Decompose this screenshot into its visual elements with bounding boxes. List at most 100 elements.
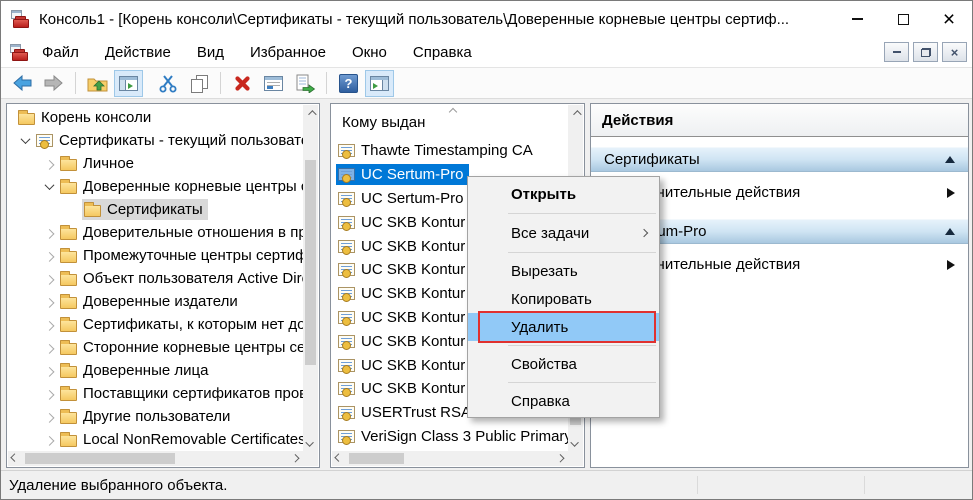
- chevron-collapsed-icon: [44, 366, 54, 377]
- export-list-icon: [296, 74, 315, 93]
- scroll-left-arrow[interactable]: [332, 451, 347, 466]
- tree-item-enterprise-trust[interactable]: Доверительные отношения в предприятии: [8, 221, 303, 244]
- minimize-button[interactable]: [834, 1, 880, 37]
- tree-item-trusted-people[interactable]: Доверенные лица: [8, 359, 303, 382]
- toolbar: ?: [1, 68, 972, 99]
- collapse-section-icon[interactable]: [945, 228, 955, 235]
- list-item[interactable]: Thawte Timestamping CA: [332, 139, 568, 163]
- tree-item-personal[interactable]: Личное: [8, 152, 303, 175]
- submenu-arrow-icon: [947, 259, 955, 270]
- context-menu-cut[interactable]: Вырезать: [468, 257, 659, 285]
- tree-horizontal-scrollbar[interactable]: [8, 451, 303, 466]
- folder-icon: [60, 156, 77, 171]
- scroll-right-arrow[interactable]: [553, 451, 568, 466]
- scrollbar-thumb[interactable]: [349, 453, 404, 464]
- export-list-button[interactable]: [290, 70, 319, 97]
- context-menu-all-tasks[interactable]: Все задачи: [468, 218, 659, 248]
- menu-favorites[interactable]: Избранное: [237, 40, 339, 65]
- context-menu-open[interactable]: Открыть: [468, 179, 659, 209]
- title-bar: Консоль1 - [Корень консоли\Сертификаты -…: [1, 1, 972, 37]
- tree-item-auth-providers[interactable]: Поставщики сертификатов проверки подлинн…: [8, 382, 303, 405]
- certificate-icon: [338, 263, 355, 279]
- tree-item-untrusted-certificates[interactable]: Сертификаты, к которым нет доверия: [8, 313, 303, 336]
- folder-icon: [60, 363, 77, 378]
- menu-window[interactable]: Окно: [339, 40, 400, 65]
- chevron-collapsed-icon: [44, 251, 54, 262]
- menu-separator: [508, 345, 656, 346]
- copy-button[interactable]: [184, 70, 213, 97]
- close-icon: ×: [950, 44, 959, 60]
- mdi-close-button[interactable]: ×: [942, 42, 967, 62]
- actions-section-certificates[interactable]: Сертификаты: [591, 147, 968, 172]
- scroll-down-arrow[interactable]: [303, 436, 318, 451]
- menu-separator: [508, 252, 656, 253]
- tree-item-third-party-cas[interactable]: Сторонние корневые центры сертификации: [8, 336, 303, 359]
- show-console-tree-icon: [119, 75, 138, 91]
- show-action-pane-icon: [370, 75, 389, 91]
- tree-item-trusted-root-cas[interactable]: Доверенные корневые центры сертификации: [8, 175, 303, 198]
- forward-icon: [44, 74, 63, 92]
- scrollbar-thumb[interactable]: [305, 160, 316, 365]
- back-button[interactable]: [8, 70, 37, 97]
- show-console-tree-button[interactable]: [114, 69, 143, 97]
- scrollbar-thumb[interactable]: [25, 453, 175, 464]
- console-tree-panel: Корень консоли Сертификаты - текущий пол…: [6, 103, 320, 468]
- maximize-button[interactable]: [880, 1, 926, 37]
- tree-vertical-scrollbar[interactable]: [303, 105, 318, 451]
- window-title: Консоль1 - [Корень консоли\Сертификаты -…: [39, 10, 790, 28]
- certificate-icon: [338, 429, 355, 445]
- status-text: Удаление выбранного объекта.: [9, 476, 228, 494]
- tree-item-console-root[interactable]: Корень консоли: [8, 106, 303, 129]
- folder-icon: [60, 248, 77, 263]
- forward-button[interactable]: [39, 70, 68, 97]
- tree-item-ad-user-object[interactable]: Объект пользователя Active Directory: [8, 267, 303, 290]
- maximize-icon: [897, 13, 909, 25]
- column-header-issued-to[interactable]: Кому выдан: [332, 105, 568, 139]
- show-action-pane-button[interactable]: [365, 69, 394, 97]
- folder-icon: [60, 317, 77, 332]
- properties-button[interactable]: [259, 70, 288, 97]
- scroll-down-arrow[interactable]: [568, 436, 583, 451]
- actions-title: Действия: [591, 104, 968, 137]
- scroll-up-arrow[interactable]: [568, 105, 583, 120]
- delete-button[interactable]: [228, 70, 257, 97]
- context-menu-delete[interactable]: Удалить: [468, 313, 659, 341]
- tree-item-intermediate-cas[interactable]: Промежуточные центры сертификации: [8, 244, 303, 267]
- scroll-left-arrow[interactable]: [8, 451, 23, 466]
- menu-file[interactable]: Файл: [29, 40, 92, 65]
- scroll-right-arrow[interactable]: [288, 451, 303, 466]
- minimize-icon: [892, 51, 901, 53]
- scroll-up-arrow[interactable]: [303, 105, 318, 120]
- help-button[interactable]: ?: [334, 70, 363, 97]
- list-horizontal-scrollbar[interactable]: [332, 451, 568, 466]
- console-icon[interactable]: [9, 43, 29, 61]
- toolbar-separator: [220, 72, 221, 94]
- tree-item-other-people[interactable]: Другие пользователи: [8, 405, 303, 428]
- tree-item-certificates-selected[interactable]: Сертификаты: [8, 198, 303, 221]
- tree-item-local-nonremovable[interactable]: Local NonRemovable Certificates: [8, 428, 303, 451]
- context-menu-help[interactable]: Справка: [468, 387, 659, 415]
- tree-item-trusted-publishers[interactable]: Доверенные издатели: [8, 290, 303, 313]
- copy-icon: [190, 74, 208, 93]
- menu-bar: Файл Действие Вид Избранное Окно Справка…: [1, 37, 972, 68]
- close-button[interactable]: ×: [926, 1, 972, 37]
- submenu-arrow-icon: [947, 187, 955, 198]
- certificate-icon: [338, 287, 355, 303]
- sort-ascending-icon: [448, 107, 458, 117]
- mdi-restore-button[interactable]: [913, 42, 938, 62]
- collapse-section-icon[interactable]: [945, 156, 955, 163]
- cut-icon: [159, 74, 176, 92]
- up-folder-button[interactable]: [83, 70, 112, 97]
- cut-button[interactable]: [153, 70, 182, 97]
- context-menu-copy[interactable]: Копировать: [468, 285, 659, 313]
- tree-item-certificates-current-user[interactable]: Сертификаты - текущий пользователь: [8, 129, 303, 152]
- menu-action[interactable]: Действие: [92, 40, 184, 65]
- context-menu-properties[interactable]: Свойства: [468, 350, 659, 378]
- list-item[interactable]: VeriSign Class 3 Public Primary: [332, 425, 568, 449]
- menu-view[interactable]: Вид: [184, 40, 237, 65]
- console-tree: Корень консоли Сертификаты - текущий пол…: [8, 106, 303, 451]
- certificate-icon: [338, 358, 355, 374]
- menu-help[interactable]: Справка: [400, 40, 485, 65]
- mdi-minimize-button[interactable]: [884, 42, 909, 62]
- certificate-icon: [338, 215, 355, 231]
